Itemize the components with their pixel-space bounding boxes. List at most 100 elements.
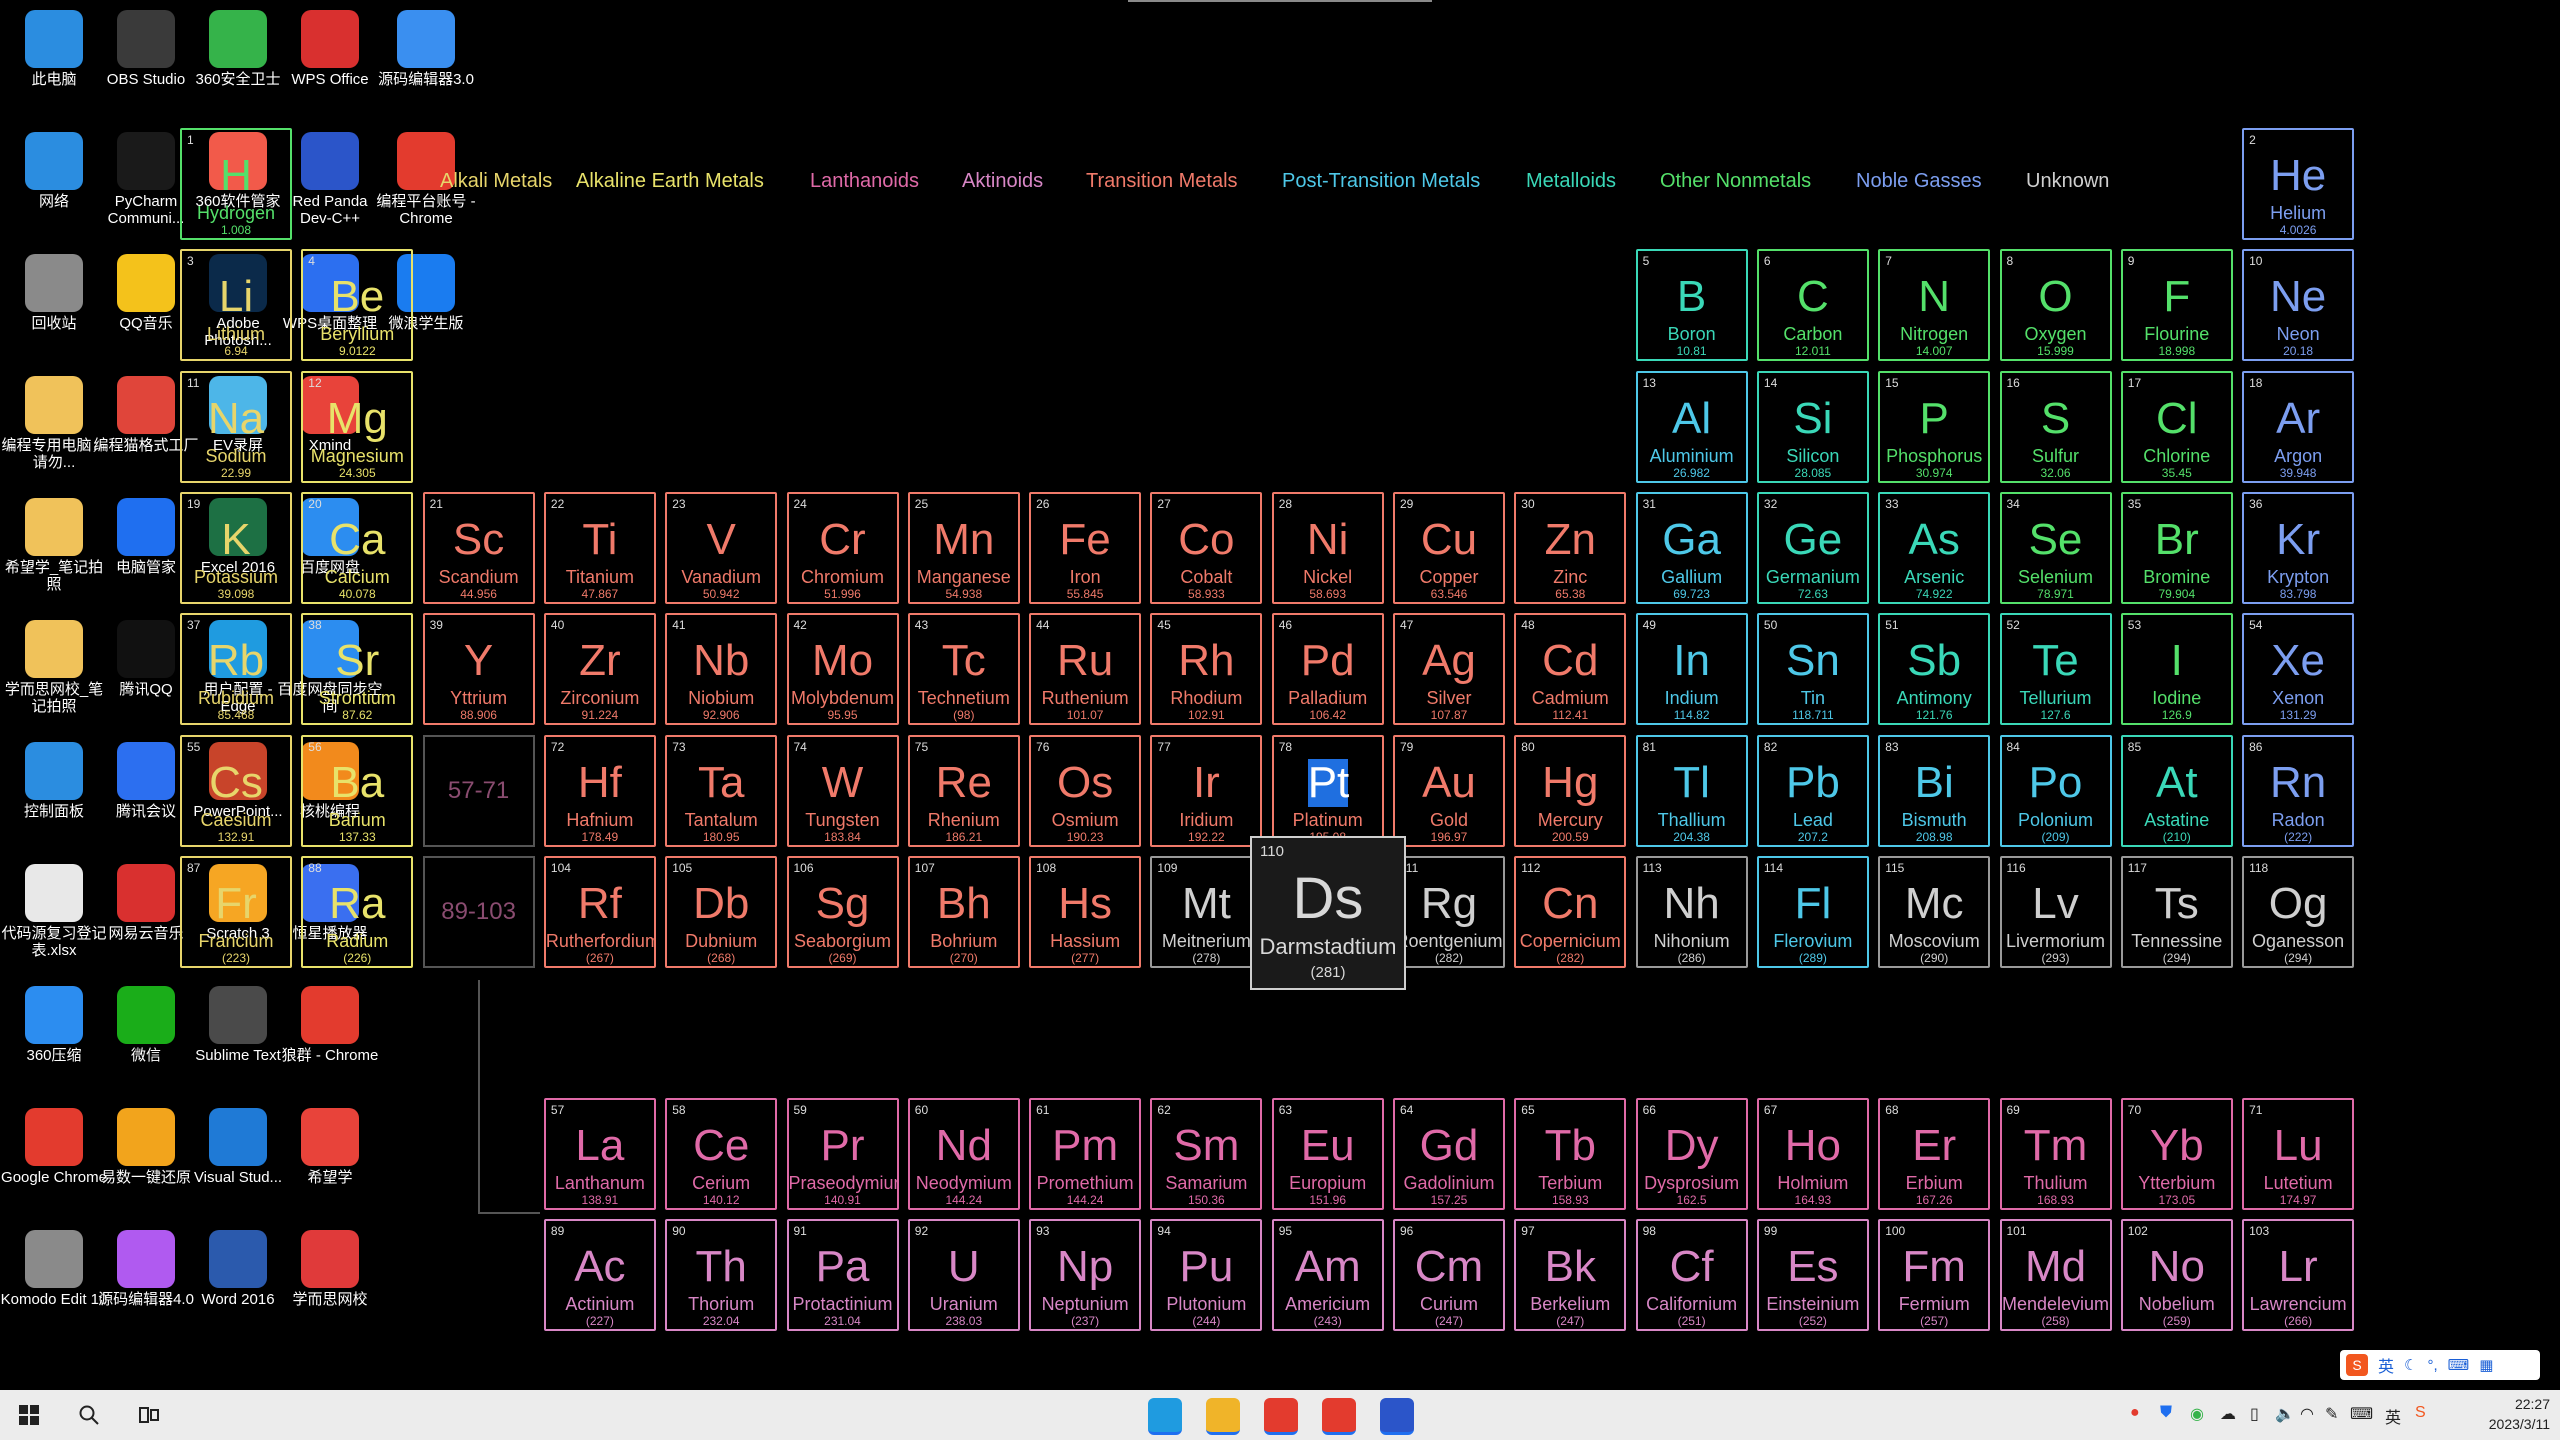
element-cell-li[interactable]: 3 Li Lithium 6.94 [180,249,292,362]
element-cell-br[interactable]: 35 Br Bromine 79.904 [2120,491,2233,604]
element-cell-cm[interactable]: 96 Cm Curium (247) [1393,1219,1505,1332]
element-cell-u[interactable]: 92 U Uranium 238.03 [907,1219,1020,1332]
element-cell-w[interactable]: 74 W Tungsten 183.84 [786,734,899,847]
element-cell-ti[interactable]: 22 Ti Titanium 47.867 [543,491,656,604]
moon-icon[interactable]: ☾ [2404,1356,2417,1374]
element-cell-fm[interactable]: 100 Fm Fermium (257) [1878,1219,1991,1332]
element-cell-po[interactable]: 84 Po Polonium (209) [1999,734,2112,847]
element-cell-hg[interactable]: 80 Hg Mercury 200.59 [1514,734,1627,847]
element-cell-cs[interactable]: 55 Cs Caesium 132.91 [180,734,292,847]
element-cell-db[interactable]: 105 Db Dubnium (268) [665,855,778,968]
element-cell-pa[interactable]: 91 Pa Protactinium 231.04 [786,1219,899,1332]
element-cell-la[interactable]: 57 La Lanthanum 138.91 [543,1098,656,1210]
element-cell-sg[interactable]: 106 Sg Seaborgium (269) [786,855,899,968]
element-cell-se[interactable]: 34 Se Selenium 78.971 [1999,491,2112,604]
element-cell-al[interactable]: 13 Al Aluminium 26.982 [1635,370,1748,483]
element-cell-ba[interactable]: 56 Ba Barium 137.33 [301,734,414,847]
element-cell-na[interactable]: 11 Na Sodium 22.99 [180,370,292,483]
element-cell-sm[interactable]: 62 Sm Samarium 150.36 [1150,1098,1263,1210]
task-view-icon[interactable] [132,1398,166,1432]
element-cell-yb[interactable]: 70 Yb Ytterbium 173.05 [2120,1098,2233,1210]
element-cell-nd[interactable]: 60 Nd Neodymium 144.24 [907,1098,1020,1210]
element-cell-o[interactable]: 8 O Oxygen 15.999 [1999,249,2112,362]
element-cell-rf[interactable]: 104 Rf Rutherfordium (267) [543,855,656,968]
element-cell-ru[interactable]: 44 Ru Ruthenium 101.07 [1029,613,1142,726]
element-cell-ra[interactable]: 88 Ra Radium (226) [301,855,414,968]
search-icon[interactable] [72,1398,106,1432]
element-cell-gd[interactable]: 64 Gd Gadolinium 157.25 [1393,1098,1505,1210]
element-cell-es[interactable]: 99 Es Einsteinium (252) [1756,1219,1869,1332]
legend-item[interactable]: Post-Transition Metals [1282,170,1480,193]
battery-tray-icon[interactable]: ▯ [2250,1404,2259,1424]
element-cell-s[interactable]: 16 S Sulfur 32.06 [1999,370,2112,483]
ime-language-label[interactable]: 英 [2378,1353,2394,1377]
element-cell-np[interactable]: 93 Np Neptunium (237) [1029,1219,1142,1332]
element-cell-ta[interactable]: 73 Ta Tantalum 180.95 [665,734,778,847]
ime-tray-label[interactable]: 英 [2385,1404,2401,1428]
element-cell-cu[interactable]: 29 Cu Copper 63.546 [1393,491,1505,604]
element-cell-ir[interactable]: 77 Ir Iridium 192.22 [1150,734,1263,847]
element-cell-lv[interactable]: 116 Lv Livermorium (293) [1999,855,2112,968]
element-cell-fe[interactable]: 26 Fe Iron 55.845 [1029,491,1142,604]
element-cell-cl[interactable]: 17 Cl Chlorine 35.45 [2120,370,2233,483]
chrome-icon[interactable] [1322,1398,1356,1435]
element-cell-pd[interactable]: 46 Pd Palladium 106.42 [1271,613,1384,726]
devcpp-icon[interactable] [1380,1398,1414,1435]
element-cell-ar[interactable]: 18 Ar Argon 39.948 [2242,370,2355,483]
grid-icon[interactable]: ▦ [2479,1356,2493,1374]
f-block-placeholder[interactable]: 89-103 [422,855,535,968]
element-cell-dy[interactable]: 66 Dy Dysprosium 162.5 [1635,1098,1748,1210]
element-cell-rn[interactable]: 86 Rn Radon (222) [2242,734,2355,847]
legend-item[interactable]: Noble Gasses [1856,170,1982,193]
element-cell-c[interactable]: 6 C Carbon 12.011 [1756,249,1869,362]
element-cell-au[interactable]: 79 Au Gold 196.97 [1393,734,1505,847]
element-cell-cd[interactable]: 48 Cd Cadmium 112.41 [1514,613,1627,726]
ime-toolbar[interactable]: S 英 ☾ °, ⌨ ▦ [2340,1350,2540,1380]
punctuation-icon[interactable]: °, [2427,1357,2437,1374]
element-cell-at[interactable]: 85 At Astatine (210) [2120,734,2233,847]
element-cell-mt[interactable]: 109 Mt Meitnerium (278) [1150,855,1263,968]
element-cell-re[interactable]: 75 Re Rhenium 186.21 [907,734,1020,847]
element-cell-ge[interactable]: 32 Ge Germanium 72.63 [1756,491,1869,604]
element-cell-pt[interactable]: 78PtPlatinum195.08 [1271,734,1384,847]
element-cell-p[interactable]: 15 P Phosphorus 30.974 [1878,370,1991,483]
element-cell-sc[interactable]: 21 Sc Scandium 44.956 [422,491,535,604]
element-cell-am[interactable]: 95 Am Americium (243) [1271,1219,1384,1332]
element-cell-er[interactable]: 68 Er Erbium 167.26 [1878,1098,1991,1210]
element-cell-mo[interactable]: 42 Mo Molybdenum 95.95 [786,613,899,726]
element-cell-tm[interactable]: 69 Tm Thulium 168.93 [1999,1098,2112,1210]
legend-item[interactable]: Metalloids [1526,170,1616,193]
element-cell-f[interactable]: 9 F Flourine 18.998 [2120,249,2233,362]
element-cell-k[interactable]: 19 K Potassium 39.098 [180,491,292,604]
element-cell-ho[interactable]: 67 Ho Holmium 164.93 [1756,1098,1869,1210]
element-cell-zr[interactable]: 40 Zr Zirconium 91.224 [543,613,656,726]
element-cell-cf[interactable]: 98 Cf Californium (251) [1635,1219,1748,1332]
element-cell-rg[interactable]: 111 Rg Roentgenium (282) [1393,855,1505,968]
onedrive-tray-icon[interactable]: ☁ [2220,1404,2236,1424]
legend-item[interactable]: Alkali Metals [440,170,552,193]
legend-item[interactable]: Other Nonmetals [1660,170,1811,193]
desktop-icon[interactable]: 狼群 - Chrome [274,980,386,1098]
element-cell-ac[interactable]: 89 Ac Actinium (227) [543,1219,656,1332]
element-cell-bk[interactable]: 97 Bk Berkelium (247) [1514,1219,1627,1332]
element-cell-tb[interactable]: 65 Tb Terbium 158.93 [1514,1098,1627,1210]
chrome-tray-icon[interactable]: ● [2130,1404,2140,1422]
element-cell-pr[interactable]: 59 Pr Praseodymium140.91 [786,1098,899,1210]
element-cell-pu[interactable]: 94 Pu Plutonium (244) [1150,1219,1263,1332]
element-cell-ni[interactable]: 28 Ni Nickel 58.693 [1271,491,1384,604]
element-cell-i[interactable]: 53 I Iodine 126.9 [2120,613,2233,726]
element-cell-th[interactable]: 90 Th Thorium 232.04 [665,1219,778,1332]
shield-tray-icon[interactable]: ⛊ [2160,1404,2172,1422]
element-cell-tc[interactable]: 43 Tc Technetium (98) [907,613,1020,726]
element-cell-md[interactable]: 101 Md Mendelevium (258) [1999,1219,2112,1332]
element-cell-v[interactable]: 23 V Vanadium 50.942 [665,491,778,604]
element-cell-y[interactable]: 39 Y Yttrium 88.906 [422,613,535,726]
element-cell-n[interactable]: 7 N Nitrogen 14.007 [1878,249,1991,362]
element-cell-sr[interactable]: 38 Sr Strontium 87.62 [301,613,414,726]
element-cell-nb[interactable]: 41 Nb Niobium 92.906 [665,613,778,726]
360-tray-icon[interactable]: ◉ [2190,1404,2204,1424]
file-explorer-icon[interactable] [1206,1398,1240,1435]
element-cell-te[interactable]: 52 Te Tellurium 127.6 [1999,613,2112,726]
element-cell-b[interactable]: 5 B Boron 10.81 [1635,249,1748,362]
edge-icon[interactable] [1148,1398,1182,1435]
